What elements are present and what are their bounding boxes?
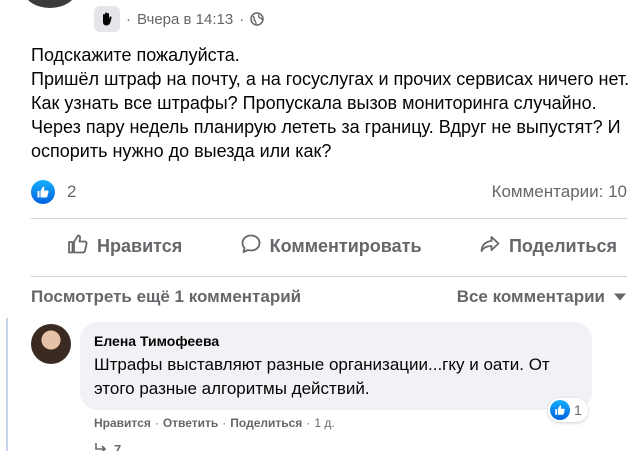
comment-reply-link[interactable]: Ответить [163,416,218,430]
meta-separator: · [239,10,245,28]
like-reaction-icon [31,180,55,204]
comment-actions: Нравится · Ответить · Поделиться · 1 д. [94,414,335,432]
post-author-avatar[interactable] [22,0,78,8]
reaction-count: 2 [67,182,77,201]
commenter-avatar[interactable] [31,324,71,364]
reaction-counter[interactable]: 2 [31,180,76,204]
comment-bubble: Елена Тимофеева Штрафы выставляют разные… [80,322,592,410]
view-more-comments-link[interactable]: Посмотреть ещё 1 комментарий [31,287,301,307]
hand-wave-icon[interactable] [94,6,120,32]
divider [31,218,627,219]
comment-sort-dropdown[interactable]: Все комментарии [457,287,627,307]
comment-button[interactable]: Комментировать [204,227,432,265]
post-text: Подскажите пожалуйста. Пришёл штраф на п… [31,43,631,163]
share-button[interactable]: Поделиться [443,227,627,265]
post-text-line: Пришёл штраф на почту, а на госуслугах и… [31,69,630,161]
divider [31,276,627,277]
share-button-label: Поделиться [508,235,617,256]
caret-down-icon [613,287,627,307]
comment-action-separator: · [222,416,227,430]
post-text-line: Подскажите пожалуйста. [31,45,240,65]
like-button[interactable]: Нравится [31,227,192,265]
comments-count-link[interactable]: Комментарии: 10 [492,182,627,202]
thumbs-up-icon [67,233,89,260]
comment-reaction-counter[interactable]: 1 [548,398,588,422]
reply-arrow-icon [94,442,108,451]
comment-icon [240,233,262,260]
comment-text: Штрафы выставляют разные организации...г… [94,355,550,398]
comment-sort-label: Все комментарии [456,287,605,306]
comment-action-separator: · [306,416,311,430]
comment-action-separator: · [154,416,159,430]
reactions-summary: 2 Комментарии: 10 [31,178,627,206]
comment-thread-line [6,318,8,451]
meta-separator: · [126,10,131,28]
like-button-label: Нравится [97,235,183,256]
share-icon [479,233,501,260]
comment-age[interactable]: 1 д. [314,416,334,430]
comment-like-link[interactable]: Нравится [94,416,151,430]
like-reaction-icon [550,400,570,420]
comment-share-link[interactable]: Поделиться [230,416,302,430]
comment-author-link[interactable]: Елена Тимофеева [94,331,578,351]
globe-icon [250,12,264,26]
replies-count: 7 [114,442,122,451]
comments-header: Посмотреть ещё 1 комментарий Все коммент… [31,284,627,310]
comment-reaction-count: 1 [574,402,582,418]
view-replies-link[interactable]: 7 [94,442,121,451]
post-meta: · Вчера в 14:13 · [94,6,264,32]
post-timestamp[interactable]: Вчера в 14:13 [137,11,233,28]
comment-button-label: Комментировать [269,235,422,256]
post-actions: Нравится Комментировать Поделиться [31,226,627,266]
